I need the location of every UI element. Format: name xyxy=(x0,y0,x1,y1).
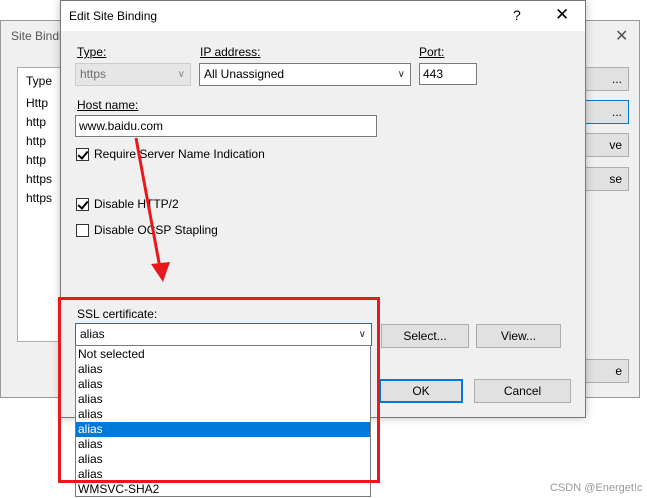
watermark: CSDN @Energet!c xyxy=(550,482,643,494)
annotation-arrow-icon xyxy=(134,137,170,282)
